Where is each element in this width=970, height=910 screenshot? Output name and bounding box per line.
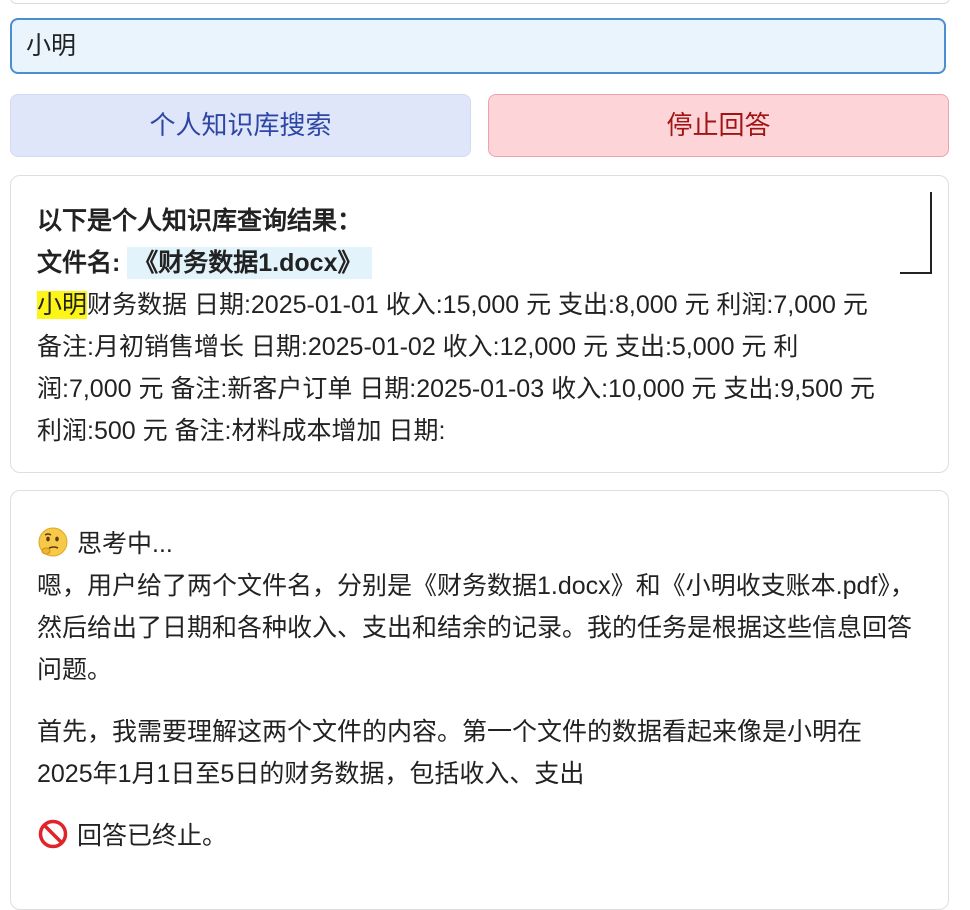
stop-answer-button-label: 停止回答 — [666, 110, 771, 140]
filename-label: 文件名: — [37, 249, 121, 277]
result-content-text: 财务数据 日期:2025-01-01 收入:15,000 元 支出:8,000 … — [37, 291, 875, 445]
resize-corner-icon — [900, 192, 932, 274]
highlight-term: 小明 — [37, 291, 88, 319]
search-results-panel[interactable]: 以下是个人知识库查询结果： 文件名: 《财务数据1.docx》 小明财务数据 日… — [10, 175, 949, 473]
result-content: 小明财务数据 日期:2025-01-01 收入:15,000 元 支出:8,00… — [37, 284, 877, 452]
knowledge-search-button[interactable]: 个人知识库搜索 — [10, 94, 471, 157]
search-input[interactable]: 小明 — [10, 18, 946, 74]
answer-paragraph-1: 嗯，用户给了两个文件名，分别是《财务数据1.docx》和《小明收支账本.pdf》… — [37, 572, 915, 684]
result-filename-line: 文件名: 《财务数据1.docx》 — [37, 242, 877, 284]
search-results-text: 以下是个人知识库查询结果： 文件名: 《财务数据1.docx》 小明财务数据 日… — [37, 200, 877, 452]
stopped-status: 回答已终止。 — [37, 815, 917, 857]
answer-paragraph-2: 首先，我需要理解这两个文件的内容。第一个文件的数据看起来像是小明在2025年1月… — [37, 718, 863, 788]
result-filename: 《财务数据1.docx》 — [127, 247, 373, 279]
knowledge-search-button-label: 个人知识库搜索 — [149, 110, 332, 140]
thinking-label: 思考中... — [77, 530, 173, 558]
previous-panel-edge — [10, 0, 950, 4]
thinking-face-icon — [38, 527, 68, 557]
prohibited-icon — [38, 819, 68, 849]
stopped-label: 回答已终止。 — [77, 822, 228, 850]
thinking-status: 思考中... — [37, 523, 917, 565]
results-heading: 以下是个人知识库查询结果： — [37, 207, 363, 235]
answer-panel: 思考中... 嗯，用户给了两个文件名，分别是《财务数据1.docx》和《小明收支… — [10, 490, 949, 910]
stop-answer-button[interactable]: 停止回答 — [488, 94, 949, 157]
search-input-value: 小明 — [26, 32, 77, 60]
